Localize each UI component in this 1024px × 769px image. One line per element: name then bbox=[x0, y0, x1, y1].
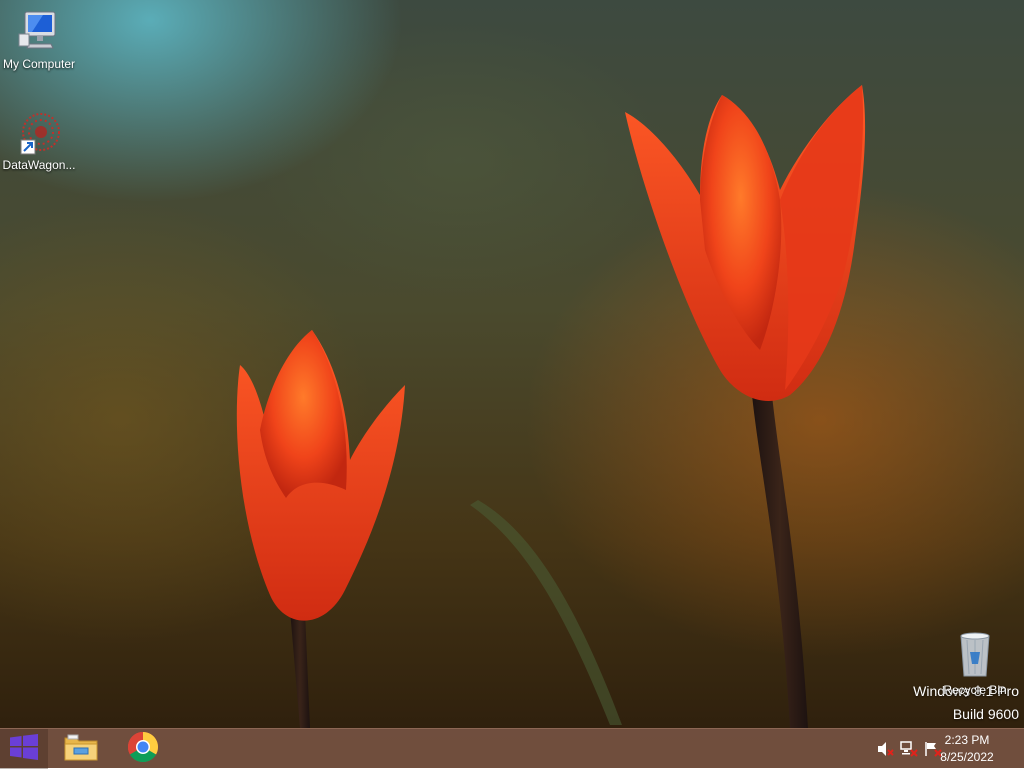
desktop-icon-label: Recycle Bin bbox=[943, 683, 1007, 697]
datawagon-icon bbox=[15, 110, 63, 156]
watermark-build: Build 9600 bbox=[952, 706, 1019, 722]
desktop-icon-datawagon[interactable]: DataWagon... bbox=[0, 110, 79, 172]
desktop[interactable]: My Computer DataWagon... Windows 8.1 Pro… bbox=[0, 0, 1024, 768]
taskbar-file-explorer-button[interactable] bbox=[56, 729, 106, 769]
network-error-icon[interactable] bbox=[900, 741, 918, 757]
taskbar-clock[interactable]: 2:23 PM 8/25/2022 bbox=[932, 732, 1002, 766]
recycle-bin-icon bbox=[935, 630, 1015, 681]
folder-icon bbox=[64, 732, 98, 766]
clock-date: 8/25/2022 bbox=[940, 750, 994, 764]
computer-icon bbox=[0, 8, 79, 55]
desktop-icon-label: My Computer bbox=[2, 57, 76, 71]
taskbar-chrome-button[interactable] bbox=[118, 729, 168, 769]
system-tray: 2:23 PM 8/25/2022 bbox=[864, 729, 1024, 769]
wallpaper-tulips bbox=[236, 85, 866, 728]
speaker-muted-icon[interactable] bbox=[876, 741, 894, 757]
windows-logo-icon bbox=[10, 734, 38, 764]
taskbar: 2:23 PM 8/25/2022 bbox=[0, 728, 1024, 769]
desktop-icon-my-computer[interactable]: My Computer bbox=[0, 8, 79, 71]
desktop-icon-recycle-bin[interactable]: Recycle Bin bbox=[935, 630, 1015, 697]
clock-time: 2:23 PM bbox=[944, 733, 990, 747]
chrome-icon bbox=[127, 731, 159, 767]
desktop-icon-label: DataWagon... bbox=[2, 158, 76, 172]
start-button[interactable] bbox=[0, 729, 48, 769]
